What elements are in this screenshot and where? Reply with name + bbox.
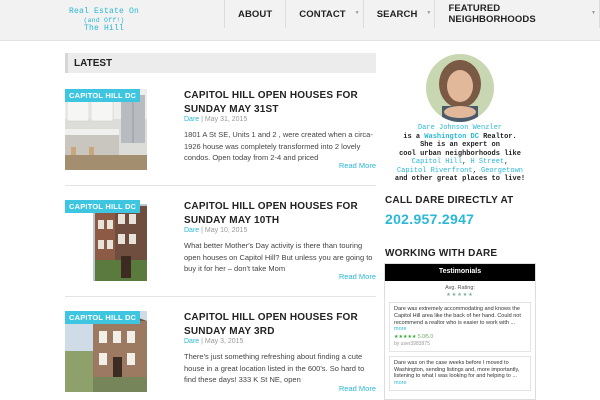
logo-line-1: Real Estate On: [68, 7, 139, 16]
post-thumbnail-kitchen[interactable]: CAPITOL HILL DC: [65, 89, 147, 170]
post-title[interactable]: CAPITOL HILL OPEN HOUSES FOR SUNDAY MAY …: [184, 311, 374, 338]
meta-separator: |: [201, 338, 203, 345]
capitol-riverfront-link[interactable]: Capitol Riverfront: [397, 167, 473, 175]
working-heading: WORKING WITH DARE: [385, 248, 498, 259]
washington-dc-link[interactable]: Washington DC: [424, 133, 479, 141]
testimonials-widget: Testimonials Avg. Rating: ★★★★★ Dare was…: [384, 263, 536, 400]
chevron-down-icon: ▼: [426, 10, 432, 16]
nav-item-search[interactable]: SEARCH ▼: [362, 0, 435, 28]
post-excerpt: 1801 A St SE, Units 1 and 2 , were creat…: [184, 130, 373, 162]
bio-line-5: Capitol Hill, H Street,: [384, 158, 536, 167]
category-label[interactable]: CAPITOL HILL DC: [65, 311, 141, 324]
read-more-link[interactable]: Read More: [339, 161, 376, 170]
chevron-down-icon: ▼: [354, 10, 360, 16]
post-meta: Dare | May 10, 2015: [184, 227, 247, 234]
testimonial-score-value: 5.0/5.0: [417, 334, 434, 341]
nav-item-label: ABOUT: [238, 8, 273, 20]
post-thumbnail-rowhouse[interactable]: CAPITOL HILL DC: [65, 200, 147, 281]
latest-section-header: LATEST: [65, 53, 376, 73]
post-author[interactable]: Dare: [184, 338, 199, 345]
nav-item-label: CONTACT: [299, 8, 346, 20]
meta-separator: |: [201, 227, 203, 234]
site-header: Real Estate On (and Off!) The Hill ABOUT…: [0, 0, 600, 41]
post-date: May 10, 2015: [204, 227, 248, 234]
post-excerpt: What better Mother's Day activity is the…: [184, 241, 373, 273]
testimonial-more-link[interactable]: more: [394, 380, 407, 386]
chevron-down-icon: ▼: [590, 10, 596, 16]
agent-avatar: [426, 54, 494, 122]
main-nav: ABOUT CONTACT ▼ SEARCH ▼ FEATURED NEIGHB…: [224, 0, 600, 28]
nav-item-contact[interactable]: CONTACT ▼: [285, 0, 362, 28]
testimonial-item: Dare was on the case weeks before I move…: [389, 355, 531, 391]
post-divider: [65, 296, 376, 297]
bio-comma: ,: [472, 166, 477, 175]
testimonials-header: Testimonials: [385, 264, 535, 281]
post-thumbnail-house[interactable]: CAPITOL HILL DC: [65, 311, 147, 392]
h-street-link[interactable]: H Street: [471, 158, 505, 166]
post-title[interactable]: CAPITOL HILL OPEN HOUSES FOR SUNDAY MAY …: [184, 200, 374, 227]
agent-portrait: [426, 54, 494, 122]
post-date: May 31, 2015: [204, 116, 248, 123]
avg-rating-stars: ★★★★★: [446, 292, 474, 298]
read-more-link[interactable]: Read More: [339, 384, 376, 393]
post-excerpt: There's just something refreshing about …: [184, 352, 365, 384]
site-logo[interactable]: Real Estate On (and Off!) The Hill: [64, 7, 144, 34]
post-author[interactable]: Dare: [184, 227, 199, 234]
category-label[interactable]: CAPITOL HILL DC: [65, 89, 141, 102]
agent-name: Dare Johnson Wenzler: [417, 124, 502, 132]
bio-line-6: Capitol Riverfront, Georgetown: [384, 167, 536, 176]
post-card: CAPITOL HILL DC CAPITOL HILL OPEN HOUSES…: [65, 89, 376, 175]
bio-comma: ,: [462, 158, 467, 166]
nav-item-label: FEATURED NEIGHBORHOODS: [448, 3, 536, 25]
testimonial-item: Dare was extremely accommodating and kno…: [389, 302, 531, 352]
bio-text: is a: [403, 132, 421, 141]
post-title[interactable]: CAPITOL HILL OPEN HOUSES FOR SUNDAY MAY …: [184, 89, 374, 116]
bio-line-3: She is an expert on: [420, 141, 500, 149]
logo-line-3: The Hill: [83, 24, 124, 33]
testimonial-author: by user3983975: [394, 340, 430, 347]
testimonial-score: ★★★★★ 5.0/5.0: [394, 334, 526, 341]
post-card: CAPITOL HILL DC CAPITOL HILL OPEN HOUSES…: [65, 311, 376, 400]
phone-number[interactable]: 202.957.2947: [385, 211, 474, 227]
agent-bio: Dare Johnson Wenzler is a Washington DC …: [384, 124, 536, 184]
post-date: May 3, 2015: [204, 338, 244, 345]
latest-label: LATEST: [74, 57, 113, 69]
nav-item-about[interactable]: ABOUT: [224, 0, 285, 28]
nav-item-featured-neighborhoods[interactable]: FEATURED NEIGHBORHOODS ▼: [434, 0, 600, 28]
bio-comma: ,: [504, 158, 509, 166]
testimonial-more-link[interactable]: more: [394, 326, 407, 332]
avg-rating-label: Avg. Rating:: [445, 285, 475, 291]
georgetown-link[interactable]: Georgetown: [481, 167, 523, 175]
bio-text: Realtor.: [483, 132, 517, 141]
bio-line-2: is a Washington DC Realtor.: [384, 133, 536, 142]
post-meta: Dare | May 3, 2015: [184, 338, 243, 345]
call-heading: CALL DARE DIRECTLY AT: [385, 195, 514, 206]
meta-separator: |: [201, 116, 203, 123]
bio-line-7: and other great places to live!: [394, 175, 526, 183]
nav-item-label: SEARCH: [376, 8, 418, 20]
category-label[interactable]: CAPITOL HILL DC: [65, 200, 141, 213]
testimonial-text: Dare was on the case weeks before I move…: [394, 359, 520, 380]
post-divider: [65, 185, 376, 186]
testimonial-stars: ★★★★★: [394, 334, 417, 341]
bio-line-4: cool urban neighborhoods like: [399, 149, 521, 158]
post-author[interactable]: Dare: [184, 116, 199, 123]
read-more-link[interactable]: Read More: [339, 272, 376, 281]
capitol-hill-link[interactable]: Capitol Hill: [412, 158, 462, 166]
post-card: CAPITOL HILL DC CAPITOL HILL OPEN HOUSES…: [65, 200, 376, 284]
post-meta: Dare | May 31, 2015: [184, 116, 247, 123]
testimonial-text: Dare was extremely accommodating and kno…: [394, 306, 521, 326]
